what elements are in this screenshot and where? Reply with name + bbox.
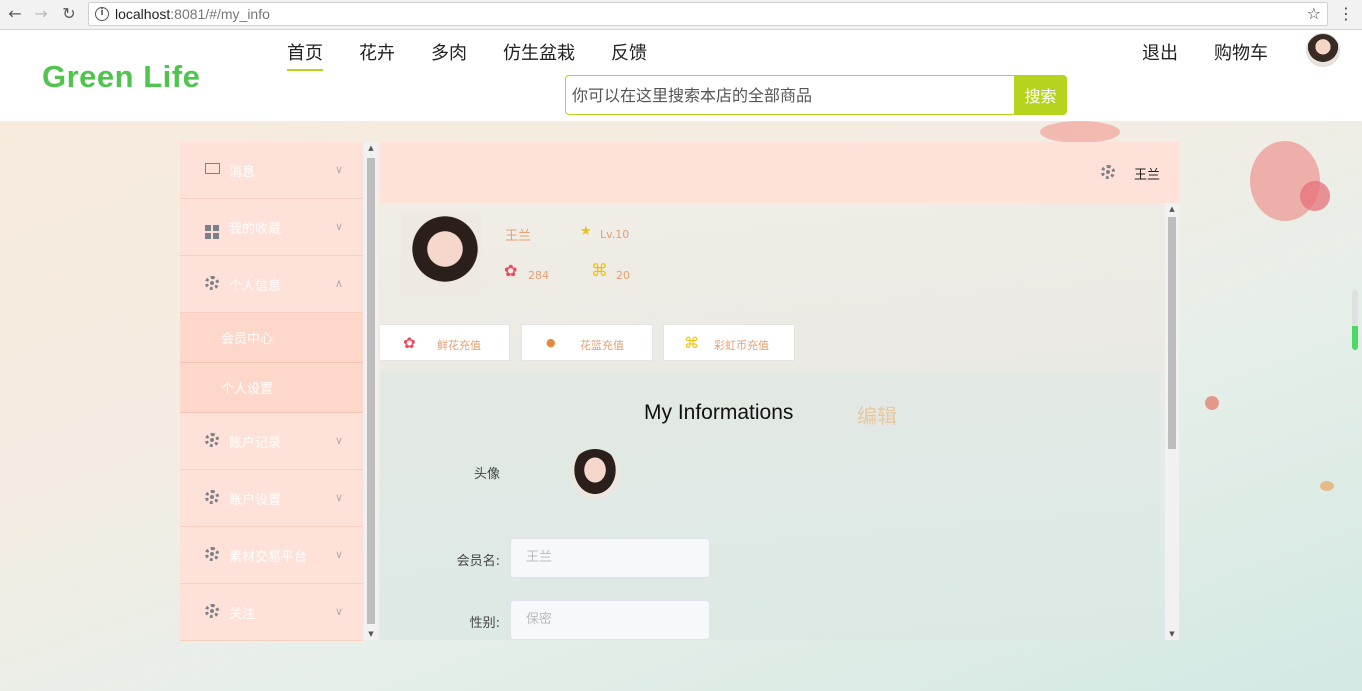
blossom-decoration: [1300, 181, 1330, 211]
gender-field[interactable]: 保密: [510, 600, 710, 640]
sidebar-item-label: 素材交易平台: [229, 549, 308, 565]
cart-link[interactable]: 购物车: [1214, 39, 1268, 65]
scroll-down-icon[interactable]: ▼: [1165, 628, 1179, 640]
chevron-down-icon: ∨: [334, 434, 343, 447]
chevron-down-icon: ∨: [334, 491, 343, 504]
button-label: 鲜花充值: [437, 339, 481, 352]
chevron-down-icon: ∨: [334, 605, 343, 618]
gender-label: 性别:: [469, 616, 500, 631]
basket-icon: ●: [546, 336, 556, 349]
account-links: 退出 购物车: [1142, 39, 1304, 65]
blossom-decoration: [1320, 481, 1334, 491]
sidebar-subitem-personal-settings[interactable]: 个人设置: [180, 363, 363, 413]
trophy-icon: ★: [580, 224, 592, 239]
level-badge: Lv.10: [600, 228, 630, 241]
panel-scrollbar[interactable]: ▲ ▼: [1165, 203, 1179, 640]
nav-item-flowers[interactable]: 花卉: [359, 39, 395, 69]
sidebar-item-label: 账户设置: [229, 492, 282, 508]
gear-icon[interactable]: [1101, 165, 1115, 179]
button-label: 彩虹币充值: [714, 339, 769, 352]
back-icon[interactable]: ←: [4, 3, 26, 25]
nav-item-home[interactable]: 首页: [287, 39, 323, 71]
chevron-down-icon: ∨: [334, 163, 343, 176]
sidebar-item-label: 个人信息: [229, 278, 282, 294]
blossom-decoration: [1040, 121, 1120, 143]
rainbow-recharge-button[interactable]: ⌘ 彩虹币充值: [663, 324, 795, 361]
panel-header: 王兰: [380, 142, 1179, 203]
bookmark-star-icon[interactable]: ☆: [1307, 4, 1321, 23]
button-label: 花篮充值: [580, 339, 624, 352]
page-scroll-indicator[interactable]: [1352, 290, 1358, 350]
flower-icon: ✿: [403, 334, 416, 352]
menu-kebab-icon[interactable]: ⋮: [1338, 4, 1354, 26]
sidebar-item-account-records[interactable]: 账户记录 ∨: [180, 413, 363, 470]
scroll-up-icon[interactable]: ▲: [1165, 203, 1179, 215]
main-nav: 首页 花卉 多肉 仿生盆栽 反馈: [287, 39, 683, 71]
profile-photo: [401, 213, 481, 293]
forward-icon[interactable]: →: [30, 3, 52, 25]
scrollbar-thumb[interactable]: [1168, 217, 1176, 449]
clover-icon: ⌘: [684, 334, 699, 352]
search-input[interactable]: [565, 75, 1015, 115]
sidebar-subitem-member-center[interactable]: 会员中心: [180, 313, 363, 363]
site-logo[interactable]: Green Life: [42, 59, 200, 95]
avatar-label: 头像: [473, 467, 500, 482]
chevron-up-icon: ∧: [334, 277, 343, 290]
search-bar: 搜索: [565, 75, 1067, 115]
sidebar-item-follow[interactable]: 关注 ∨: [180, 584, 363, 641]
info-icon[interactable]: i: [95, 7, 109, 21]
blossom-decoration: [1205, 396, 1219, 410]
grid-icon: [204, 219, 220, 239]
scroll-up-icon[interactable]: ▲: [364, 142, 378, 154]
sidebar-item-messages[interactable]: 消息 ∨: [180, 142, 363, 199]
sidebar-item-account-settings[interactable]: 账户设置 ∨: [180, 470, 363, 527]
sidebar-item-label: 账户记录: [229, 435, 282, 451]
profile-name: 王兰: [505, 229, 532, 244]
reload-icon[interactable]: ↻: [58, 3, 80, 25]
sidebar-item-label: 消息: [229, 164, 256, 180]
sidebar-scrollbar[interactable]: ▲ ▼: [364, 142, 378, 640]
browser-toolbar: ← → ↻ i localhost:8081/#/my_info ☆ ⋮: [0, 0, 1362, 30]
info-section: My Informations 编辑 头像 会员名: 王兰 性别: 保密: [380, 371, 1160, 640]
user-avatar[interactable]: [1306, 33, 1340, 67]
nav-item-bonsai[interactable]: 仿生盆栽: [503, 39, 575, 69]
info-title: My Informations: [644, 401, 794, 424]
gear-icon: [204, 433, 220, 449]
header-username: 王兰: [1134, 168, 1161, 183]
edit-link[interactable]: 编辑: [857, 400, 897, 429]
chevron-down-icon: ∨: [334, 220, 343, 233]
url-text: localhost:8081/#/my_info: [115, 6, 270, 22]
basket-recharge-button[interactable]: ● 花篮充值: [521, 324, 653, 361]
clover-icon: ⌘: [591, 261, 608, 281]
mail-icon: [204, 162, 220, 178]
sidebar-item-label: 我的收藏: [229, 221, 282, 237]
sidebar: 消息 ∨ 我的收藏 ∨ 个人信息 ∧ 会员中心 个人设置 账户记录 ∨ 账户设置…: [180, 142, 363, 641]
nav-item-feedback[interactable]: 反馈: [611, 39, 647, 69]
logout-link[interactable]: 退出: [1142, 39, 1178, 65]
flower-recharge-button[interactable]: ✿ 鲜花充值: [380, 324, 510, 361]
flower-count: 284: [528, 269, 549, 282]
sidebar-item-favorites[interactable]: 我的收藏 ∨: [180, 199, 363, 256]
address-bar[interactable]: i localhost:8081/#/my_info ☆: [88, 2, 1328, 26]
member-name-label: 会员名:: [456, 554, 500, 569]
gear-icon: [204, 604, 220, 620]
rainbow-count: 20: [616, 269, 630, 282]
gear-icon: [204, 276, 220, 292]
nav-item-succulents[interactable]: 多肉: [431, 39, 467, 69]
chevron-down-icon: ∨: [334, 548, 343, 561]
scroll-down-icon[interactable]: ▼: [364, 628, 378, 640]
gear-icon: [204, 490, 220, 506]
sidebar-item-personal-info[interactable]: 个人信息 ∧: [180, 256, 363, 313]
site-header: Green Life 首页 花卉 多肉 仿生盆栽 反馈 退出 购物车 搜索: [0, 30, 1362, 121]
search-button[interactable]: 搜索: [1014, 75, 1067, 115]
panel-body: 王兰 ★ Lv.10 ✿ 284 ⌘ 20 ✿ 鲜花充值 ● 花篮充值 ⌘ 彩虹…: [380, 203, 1165, 640]
avatar[interactable]: [570, 449, 620, 499]
sidebar-item-label: 关注: [229, 606, 256, 622]
flower-icon: ✿: [504, 261, 518, 280]
main-panel: 王兰 王兰 ★ Lv.10 ✿ 284 ⌘ 20 ✿ 鲜花充值 ● 花篮充值 ⌘…: [380, 142, 1179, 640]
sidebar-item-material-trading[interactable]: 素材交易平台 ∨: [180, 527, 363, 584]
gear-icon: [204, 547, 220, 563]
member-name-field[interactable]: 王兰: [510, 538, 710, 578]
scrollbar-thumb[interactable]: [367, 158, 375, 624]
